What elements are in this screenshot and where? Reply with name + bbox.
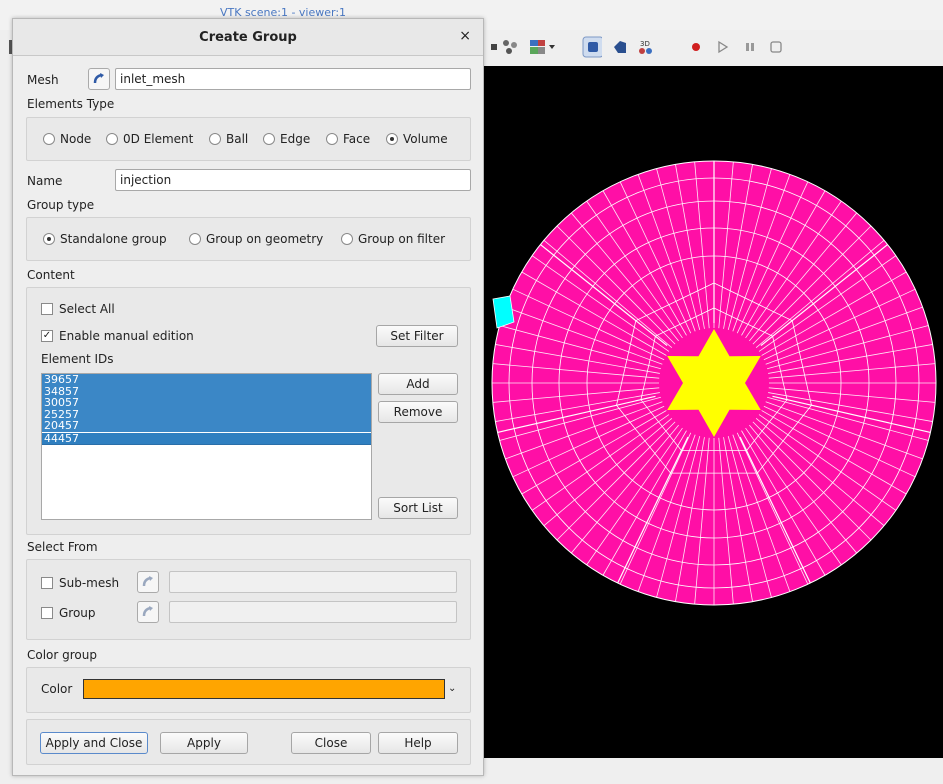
set-filter-button[interactable]: Set Filter: [376, 325, 458, 347]
dialog-title: Create Group: [199, 30, 297, 45]
name-label: Name: [27, 174, 63, 188]
sort-list-button[interactable]: Sort List: [378, 497, 458, 519]
dialog-title-bar: Create Group ×: [13, 19, 483, 56]
radio-face[interactable]: Face: [326, 132, 370, 146]
mesh-label: Mesh: [27, 73, 59, 87]
group-type-label: Group type: [27, 198, 95, 212]
list-item[interactable]: 34857: [42, 385, 371, 397]
create-group-dialog: Create Group × Mesh inlet_mesh Elements …: [12, 18, 484, 776]
group-field: [169, 601, 457, 623]
chevron-down-icon[interactable]: ⌄: [448, 683, 456, 694]
element-ids-list[interactable]: 39657 34857 30057 25257 20457 44457: [41, 373, 372, 520]
group-checkbox[interactable]: Group: [41, 606, 96, 620]
mesh-render[interactable]: [484, 66, 943, 758]
select-from-label: Select From: [27, 540, 98, 554]
help-button[interactable]: Help: [378, 732, 458, 754]
apply-button[interactable]: Apply: [160, 732, 248, 754]
remove-button[interactable]: Remove: [378, 401, 458, 423]
close-icon[interactable]: ×: [459, 28, 471, 44]
pause-icon[interactable]: [740, 37, 760, 57]
play-icon[interactable]: [712, 37, 732, 57]
radio-edge[interactable]: Edge: [263, 132, 310, 146]
radio-ball[interactable]: Ball: [209, 132, 248, 146]
color-swatch[interactable]: [83, 679, 445, 699]
group-type-group: Standalone group Group on geometry Group…: [26, 217, 471, 261]
shaded-icon[interactable]: [610, 37, 630, 57]
group-select-button[interactable]: [137, 601, 159, 623]
selected-element: [492, 295, 515, 329]
list-item[interactable]: 20457: [42, 420, 371, 432]
content-label: Content: [27, 268, 75, 282]
element-ids-label: Element IDs: [41, 352, 114, 366]
name-field[interactable]: injection: [115, 169, 471, 191]
radio-group-on-geometry[interactable]: Group on geometry: [189, 232, 323, 246]
list-item[interactable]: 25257: [42, 408, 371, 420]
vtk-viewer[interactable]: [484, 66, 943, 758]
shaded-box-icon[interactable]: [582, 36, 602, 58]
stop-icon[interactable]: [766, 37, 786, 57]
list-item[interactable]: 30057: [42, 397, 371, 409]
color-label: Color: [41, 682, 73, 696]
add-button[interactable]: Add: [378, 373, 458, 395]
enable-manual-checkbox[interactable]: ✓ Enable manual edition: [41, 329, 194, 343]
arrow-select-icon: [142, 606, 153, 617]
apply-and-close-button[interactable]: Apply and Close: [40, 732, 148, 754]
submesh-field: [169, 571, 457, 593]
radio-0d-element[interactable]: 0D Element: [106, 132, 193, 146]
submesh-select-button[interactable]: [137, 571, 159, 593]
mesh-select-button[interactable]: [88, 68, 110, 90]
color-group-label: Color group: [27, 648, 97, 662]
record-icon[interactable]: [686, 37, 706, 57]
3d-icon[interactable]: 3D: [636, 37, 656, 57]
select-all-checkbox[interactable]: Select All: [41, 302, 115, 316]
list-item[interactable]: 39657: [42, 374, 371, 386]
status-bar: [484, 758, 943, 784]
radio-volume[interactable]: Volume: [386, 132, 448, 146]
close-button[interactable]: Close: [291, 732, 371, 754]
submesh-checkbox[interactable]: Sub-mesh: [41, 576, 119, 590]
display-mode-icon[interactable]: [528, 37, 558, 57]
elements-type-label: Elements Type: [27, 97, 115, 111]
axes-icon[interactable]: [500, 37, 520, 57]
elements-type-group: Node 0D Element Ball Edge Face Volume: [26, 117, 471, 161]
radio-standalone-group[interactable]: Standalone group: [43, 232, 167, 246]
arrow-select-icon: [93, 73, 104, 84]
radio-group-on-filter[interactable]: Group on filter: [341, 232, 445, 246]
svg-text:3D: 3D: [640, 40, 650, 48]
mesh-field[interactable]: inlet_mesh: [115, 68, 471, 90]
list-item[interactable]: 44457: [42, 431, 371, 445]
radio-node[interactable]: Node: [43, 132, 91, 146]
arrow-select-icon: [142, 576, 153, 587]
